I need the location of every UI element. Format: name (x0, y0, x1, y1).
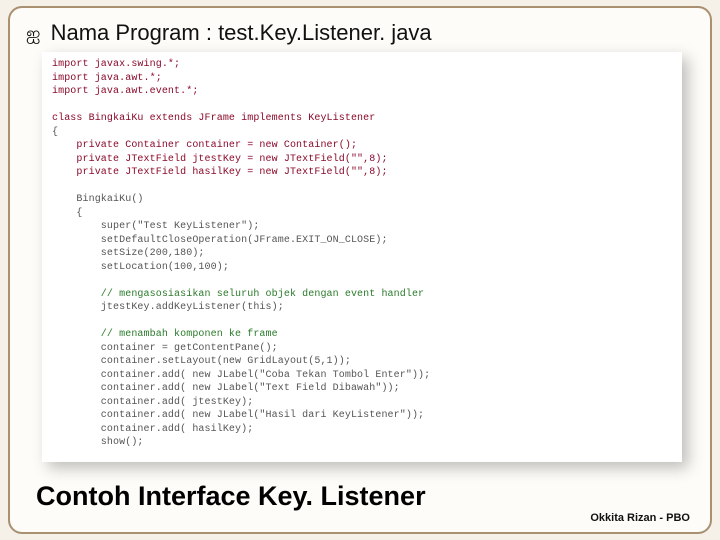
slide-author: Okkita Rizan - PBO (590, 512, 690, 524)
slide-header: ஐ Nama Program : test.Key.Listener. java (26, 20, 696, 46)
code-screenshot: import javax.swing.*; import java.awt.*;… (42, 52, 682, 462)
code-content: import javax.swing.*; import java.awt.*;… (52, 58, 672, 450)
bullet-icon: ஐ (26, 23, 40, 43)
slide-title: Contoh Interface Key. Listener (36, 481, 426, 512)
header-text: Nama Program : test.Key.Listener. java (51, 20, 432, 45)
slide-frame: ஐ Nama Program : test.Key.Listener. java… (8, 6, 712, 534)
